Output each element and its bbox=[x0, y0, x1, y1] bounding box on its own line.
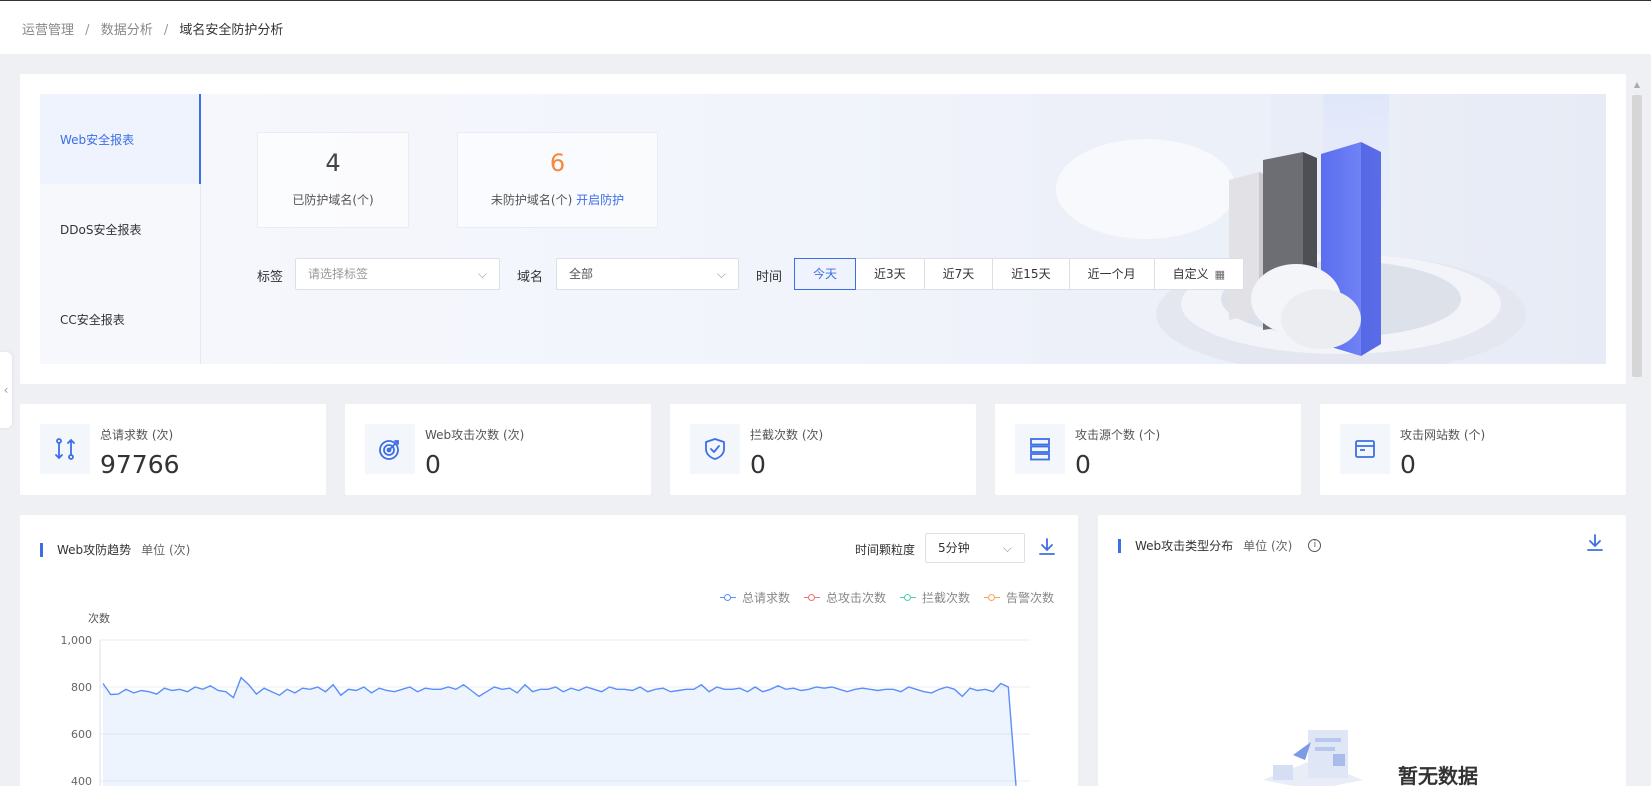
metric-value: 0 bbox=[750, 450, 766, 479]
time-option-custom[interactable]: 自定义 ▦ bbox=[1154, 258, 1245, 290]
info-icon[interactable]: i bbox=[1308, 539, 1322, 552]
report-banner: 4 已防护域名(个) 6 未防护域名(个) 开启防护 标签 请选择标签 ⌵ 域名… bbox=[201, 94, 1606, 364]
metric-label: Web攻击次数 (次) bbox=[425, 428, 525, 442]
series-area bbox=[103, 677, 1016, 786]
unprotected-domains-label: 未防护域名(个) bbox=[490, 193, 573, 207]
protected-domains-stat: 4 已防护域名(个) bbox=[257, 132, 409, 228]
tag-filter-label: 标签 bbox=[257, 270, 284, 285]
nav-item-label: Web安全报表 bbox=[60, 132, 135, 147]
breadcrumb-item-data-analysis[interactable]: 数据分析 bbox=[101, 19, 153, 38]
title-accent-bar bbox=[1118, 538, 1121, 553]
top-bar: 运营管理 / 数据分析 / 域名安全防护分析 bbox=[0, 0, 1651, 54]
scroll-up-arrow-icon[interactable]: ▲ bbox=[1632, 80, 1642, 90]
time-option-15-days[interactable]: 近15天 bbox=[993, 258, 1070, 290]
y-tick-label: 400 bbox=[71, 775, 92, 786]
nav-item-web-report[interactable]: Web安全报表 bbox=[40, 94, 201, 184]
request-arrows-icon bbox=[40, 424, 90, 474]
nav-item-label: CC安全报表 bbox=[60, 312, 125, 327]
metric-label: 攻击网站数 (个) bbox=[1400, 428, 1486, 442]
report-card: Web安全报表 DDoS安全报表 CC安全报表 4 已防护域名(个) 6 未防护… bbox=[20, 74, 1626, 384]
attack-type-panel: Web攻击类型分布 单位 (次) i 暂无数据 bbox=[1098, 515, 1626, 786]
breadcrumb-item-current: 域名安全防护分析 bbox=[179, 23, 284, 38]
trend-chart: 次数 1,000 800 600 400 bbox=[61, 611, 1030, 786]
metric-value: 97766 bbox=[100, 450, 180, 479]
shield-check-icon bbox=[690, 424, 740, 474]
y-axis-label: 次数 bbox=[88, 611, 110, 625]
time-option-today[interactable]: 今天 bbox=[794, 258, 857, 290]
metric-label: 拦截次数 (次) bbox=[750, 428, 824, 442]
server-stack-icon bbox=[1015, 424, 1065, 474]
protected-domains-value: 4 bbox=[325, 149, 341, 177]
domain-filter-label: 域名 bbox=[517, 270, 544, 285]
attack-trend-panel: Web攻防趋势 单位 (次) 时间颗粒度 5分钟 ⌵ 总请求数 总攻击次数 拦截… bbox=[20, 515, 1078, 786]
metric-value: 0 bbox=[1400, 450, 1416, 479]
unprotected-domains-value: 6 bbox=[549, 149, 566, 177]
report-nav: Web安全报表 DDoS安全报表 CC安全报表 bbox=[40, 94, 201, 364]
breadcrumb-item-ops[interactable]: 运营管理 bbox=[22, 19, 74, 38]
breadcrumb: 运营管理 / 数据分析 / 域名安全防护分析 bbox=[22, 19, 283, 38]
browser-window-icon bbox=[1340, 424, 1390, 474]
page-scrollbar[interactable]: ▲ bbox=[1630, 78, 1644, 786]
scroll-thumb[interactable] bbox=[1632, 95, 1642, 377]
nav-item-cc-report[interactable]: CC安全报表 bbox=[40, 274, 201, 364]
domain-select[interactable]: 全部 ⌵ bbox=[556, 258, 739, 290]
y-tick-label: 800 bbox=[71, 681, 92, 694]
metric-label: 总请求数 (次) bbox=[100, 428, 174, 442]
time-option-1-month[interactable]: 近一个月 bbox=[1069, 258, 1155, 290]
empty-data-illustration-icon bbox=[1263, 730, 1363, 786]
banner-illustration-icon bbox=[1031, 94, 1526, 364]
y-tick-label: 1,000 bbox=[61, 634, 93, 647]
type-panel-title-row: Web攻击类型分布 单位 (次) i bbox=[1118, 537, 1322, 554]
breadcrumb-separator: / bbox=[85, 23, 90, 38]
metric-card-attacked-sites: 攻击网站数 (个) 0 bbox=[1320, 404, 1626, 495]
metric-card-blocked: 拦截次数 (次) 0 bbox=[670, 404, 976, 495]
metric-label: 攻击源个数 (个) bbox=[1075, 428, 1161, 442]
chevron-down-icon: ⌵ bbox=[716, 267, 726, 281]
chevron-down-icon: ⌵ bbox=[477, 267, 487, 281]
type-panel-title: Web攻击类型分布 bbox=[1135, 539, 1234, 553]
chevron-left-icon: ‹ bbox=[3, 383, 9, 397]
protected-domains-label: 已防护域名(个) bbox=[292, 193, 374, 207]
target-icon bbox=[365, 424, 415, 474]
nav-item-ddos-report[interactable]: DDoS安全报表 bbox=[40, 184, 201, 274]
metric-card-attack-sources: 攻击源个数 (个) 0 bbox=[995, 404, 1301, 495]
metric-value: 0 bbox=[425, 450, 441, 479]
calendar-icon: ▦ bbox=[1214, 268, 1226, 281]
sidebar-collapse-handle[interactable]: ‹ bbox=[0, 352, 12, 428]
metric-card-total-requests: 总请求数 (次) 97766 bbox=[20, 404, 326, 495]
enable-protection-link[interactable]: 开启防护 bbox=[576, 193, 624, 207]
time-range-selector: 今天 近3天 近7天 近15天 近一个月 自定义 ▦ bbox=[794, 258, 1245, 290]
y-tick-label: 600 bbox=[71, 728, 92, 741]
download-icon[interactable] bbox=[1586, 533, 1604, 553]
metric-card-web-attacks: Web攻击次数 (次) 0 bbox=[345, 404, 651, 495]
time-option-7-days[interactable]: 近7天 bbox=[924, 258, 994, 290]
unprotected-domains-label-row: 未防护域名(个) 开启防护 bbox=[458, 191, 657, 208]
empty-data-text: 暂无数据 bbox=[1398, 764, 1478, 786]
tag-select[interactable]: 请选择标签 ⌵ bbox=[295, 258, 500, 290]
tag-select-placeholder: 请选择标签 bbox=[308, 267, 369, 281]
time-filter-label: 时间 bbox=[756, 270, 783, 285]
time-option-custom-label: 自定义 bbox=[1172, 267, 1209, 281]
time-option-3-days[interactable]: 近3天 bbox=[856, 258, 925, 290]
domain-select-value: 全部 bbox=[569, 267, 594, 281]
breadcrumb-separator: / bbox=[163, 23, 169, 38]
type-panel-unit: 单位 (次) bbox=[1243, 539, 1293, 553]
nav-item-label: DDoS安全报表 bbox=[60, 222, 142, 237]
unprotected-domains-stat: 6 未防护域名(个) 开启防护 bbox=[457, 132, 658, 228]
metric-value: 0 bbox=[1075, 450, 1091, 479]
